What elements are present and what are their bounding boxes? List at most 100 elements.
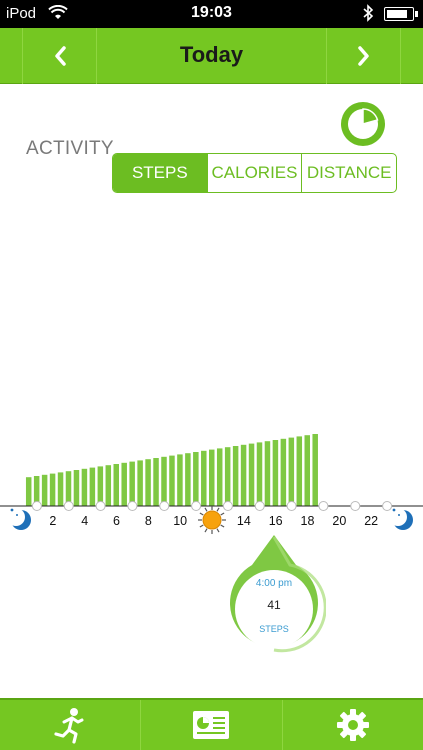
moon-star [16,514,18,516]
sun-ray [216,528,220,533]
x-tick-label: 20 [332,514,346,528]
moon-icon [389,508,413,530]
chart-bar [304,435,310,506]
chart-bar [185,453,191,506]
chart-bar [272,440,279,506]
axis-dot [191,501,202,511]
moon-cutout [7,508,25,526]
x-tick-label: 6 [113,514,120,528]
chart-bar [121,462,127,506]
navigation-bar: Today [0,28,423,84]
axis-dot [159,501,170,511]
chart-bar [81,468,88,506]
x-tick-label: 22 [364,514,378,528]
axis-dot [31,501,42,511]
battery-level [387,10,407,18]
chart-bar [232,446,239,506]
chart-bar [248,443,255,506]
chart-bar [256,442,263,506]
tab-calories[interactable]: CALORIES [206,154,302,192]
tab-settings[interactable] [281,700,423,750]
sun-ray [220,524,225,528]
moon-cutout [389,508,407,526]
activity-label: ACTIVITY [26,138,114,159]
running-man-icon [54,708,84,744]
chart-bar [145,459,151,506]
axis-dot [286,501,297,511]
sun-ray [199,524,204,528]
tooltip-unit: STEPS [259,624,289,634]
moon-icon [7,508,31,530]
chart-bar [153,458,159,506]
chart-bar [216,448,223,506]
axis-dot [318,501,329,511]
sun-icon [198,506,226,534]
chart-bar [97,466,104,506]
chart-bar [105,465,112,506]
next-day-button[interactable] [326,28,401,84]
axis-dot [222,501,233,511]
chevron-left-icon [54,46,66,66]
axis-dot [350,501,361,511]
page-title: Today [179,42,244,67]
sun-disc [202,510,222,530]
pie-chart-button[interactable] [339,100,387,148]
tab-dashboard[interactable] [140,700,281,750]
sun-ray [216,507,220,512]
chart-bar [169,455,175,506]
chart-bar [280,438,287,506]
chart-bar [41,474,48,506]
x-tick-label: 8 [145,514,152,528]
chart-bar [89,467,96,506]
previous-day-button[interactable] [22,28,97,84]
chart-bar [73,470,80,506]
chart-bar [25,477,32,506]
sun-ray [204,528,208,533]
moon-star [398,514,400,516]
pie-chart-icon [341,102,385,146]
chart-bar [161,456,167,506]
axis-dot [95,501,106,511]
bottom-tab-bar [0,698,423,750]
x-tick-label: 10 [173,514,187,528]
chart-bar [57,472,64,506]
axis-dot [382,501,393,511]
x-tick-label: 18 [301,514,315,528]
chart-bar [177,454,183,506]
sun-ray [204,507,208,512]
x-tick-label: 14 [237,514,251,528]
dashboard-card-icon [193,711,230,739]
tab-activity[interactable] [0,700,140,750]
chart-bar [240,444,247,506]
tab-distance[interactable]: DISTANCE [301,154,396,192]
gear-icon [336,709,369,741]
bluetooth-icon [362,4,374,27]
clock-time: 19:03 [191,4,232,21]
x-tick-label: 2 [49,514,56,528]
chart-bar [193,452,199,506]
tooltip-time: 4:00 pm [255,578,293,589]
chart-bar [312,434,318,506]
moon-star [392,508,396,512]
chart-bar [288,437,295,506]
chart-bar [264,441,271,506]
moon-star [10,508,14,512]
chart-bar [201,450,207,506]
status-bar: iPod 19:03 [0,0,423,28]
chart-bar [224,447,231,506]
axis-dot [127,501,138,511]
sun-ray [199,512,204,516]
axis-dot [254,501,265,511]
chart-bar [49,473,56,506]
x-tick-label: 4 [81,514,88,528]
battery-icon [384,7,418,21]
chart-bar [296,436,303,506]
axis-dot [63,501,74,511]
activity-bar-chart: 2 4 6 8 10 14 16 18 20 22 [0,434,423,534]
chart-bar [137,460,143,506]
chart-bar [65,471,72,506]
x-tick-label: 16 [269,514,283,528]
chart-bar [209,449,215,506]
value-tooltip-drop [230,535,326,653]
tab-steps[interactable]: STEPS [113,154,207,192]
